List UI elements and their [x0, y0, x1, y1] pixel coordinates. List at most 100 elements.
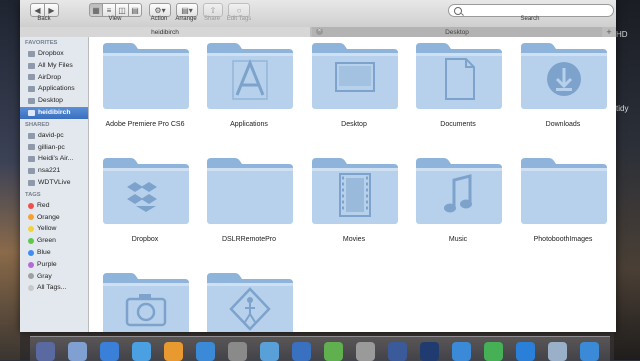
action-label: Action: [150, 16, 168, 22]
mail-icon[interactable]: [292, 342, 311, 361]
system-preferences-icon[interactable]: [228, 342, 247, 361]
folder-name: Documents: [440, 121, 476, 128]
computer-icon: [28, 168, 35, 175]
utilities-icon[interactable]: [356, 342, 375, 361]
sidebar-item-yellow[interactable]: Yellow: [20, 223, 88, 235]
computer-icon: [28, 179, 35, 186]
sidebar-item-gray[interactable]: Gray: [20, 271, 88, 283]
forward-button[interactable]: ▶: [45, 3, 59, 17]
folder-icon: [207, 158, 293, 224]
app-store-icon[interactable]: [196, 342, 215, 361]
arrange-button[interactable]: ▤▾: [176, 3, 198, 17]
folder-item[interactable]: Movies: [302, 152, 406, 257]
tag-color-icon: [28, 273, 34, 280]
dropbox-icon[interactable]: [516, 342, 535, 361]
icon-view-button[interactable]: ▦: [89, 3, 103, 17]
finder-icon[interactable]: [36, 342, 55, 361]
photos-icon[interactable]: [68, 342, 87, 361]
sidebar-item-label: WDTVLive: [38, 178, 71, 186]
sidebar-item-applications[interactable]: Applications: [20, 83, 88, 95]
folder-name: Desktop: [341, 121, 367, 128]
all-files-icon: [28, 62, 35, 69]
folder-item[interactable]: Documents: [406, 37, 510, 142]
toolbar: ◀ ▶ Back ▦ ≡ ◫ ▤ View ⚙▾ Action ▤▾ Arran…: [20, 0, 616, 28]
sidebar-item-purple[interactable]: Purple: [20, 259, 88, 271]
sidebar-item-nsa221[interactable]: nsa221: [20, 165, 88, 177]
files-icon[interactable]: [548, 342, 567, 361]
desktop-background-left: [0, 0, 20, 360]
preview-icon[interactable]: [260, 342, 279, 361]
sidebar-item-wdtvlive[interactable]: WDTVLive: [20, 177, 88, 189]
trash-icon[interactable]: [580, 342, 599, 361]
tab-heidibirch[interactable]: heidibirch: [20, 27, 310, 37]
search-icon: [454, 6, 462, 15]
sidebar-item-orange[interactable]: Orange: [20, 212, 88, 224]
folder-item[interactable]: Desktop: [302, 37, 406, 142]
folder-icon: [312, 158, 398, 224]
folder-icon: [207, 43, 293, 109]
tag-color-icon: [28, 261, 34, 268]
sidebar-item-label: Purple: [37, 260, 57, 268]
photoshop-icon[interactable]: [420, 342, 439, 361]
search-input[interactable]: [462, 7, 610, 14]
action-gear-button[interactable]: ⚙▾: [149, 3, 171, 17]
edit-tags-button[interactable]: ○: [228, 3, 250, 17]
sidebar-item-david-pc[interactable]: david-pc: [20, 130, 88, 142]
sidebar-item-green[interactable]: Green: [20, 235, 88, 247]
folder-item[interactable]: Dropbox: [93, 152, 197, 257]
downloads-icon[interactable]: [452, 342, 471, 361]
share-button[interactable]: ⇧: [203, 3, 223, 17]
sidebar-item-desktop[interactable]: Desktop: [20, 95, 88, 107]
airdrop-icon: [28, 74, 35, 81]
finder-window: ◀ ▶ Back ▦ ≡ ◫ ▤ View ⚙▾ Action ▤▾ Arran…: [20, 0, 616, 332]
sidebar-item-gillian-pc[interactable]: gillian-pc: [20, 142, 88, 154]
tab-label: Desktop: [445, 28, 469, 36]
sidebar-item-dropbox[interactable]: Dropbox: [20, 48, 88, 60]
safari-icon[interactable]: [100, 342, 119, 361]
folder-item[interactable]: Music: [406, 152, 510, 257]
itunes-icon[interactable]: [132, 342, 151, 361]
sidebar-item-label: david-pc: [38, 131, 64, 139]
sidebar-item-all-tags[interactable]: All Tags...: [20, 282, 88, 294]
shared-header: SHARED: [25, 121, 50, 128]
folder-item[interactable]: [93, 267, 197, 332]
sidebar-item-all-my-files[interactable]: All My Files: [20, 60, 88, 72]
sidebar-item-heidi-s-air[interactable]: Heidi's Air...: [20, 153, 88, 165]
tab-desktop[interactable]: × Desktop: [312, 27, 602, 37]
after-effects-icon[interactable]: [388, 342, 407, 361]
computer-icon: [28, 144, 35, 151]
new-tab-button[interactable]: +: [604, 27, 614, 37]
ibooks-icon[interactable]: [164, 342, 183, 361]
folder-item[interactable]: DSLRRemotePro: [197, 152, 301, 257]
sidebar-item-airdrop[interactable]: AirDrop: [20, 72, 88, 84]
coverflow-view-button[interactable]: ▤: [129, 3, 142, 17]
sidebar-item-red[interactable]: Red: [20, 200, 88, 212]
folder-icon: [416, 43, 502, 109]
folder-icon: [312, 43, 398, 109]
folder-icon: [103, 158, 189, 224]
close-tab-icon[interactable]: ×: [316, 28, 323, 35]
folder-item[interactable]: Adobe Premiere Pro CS6: [93, 37, 197, 142]
column-view-button[interactable]: ◫: [116, 3, 129, 17]
arrange-group: ▤▾: [176, 3, 198, 17]
list-view-button[interactable]: ≡: [103, 3, 116, 17]
sidebar-item-blue[interactable]: Blue: [20, 247, 88, 259]
folder-item[interactable]: Downloads: [511, 37, 615, 142]
tag-color-icon: [28, 238, 34, 245]
sidebar-item-heidibirch[interactable]: heidibirch: [20, 106, 88, 119]
edit-tags-label: Edit Tags: [226, 16, 252, 22]
messages-icon[interactable]: [324, 342, 343, 361]
folder-item[interactable]: PhotoboothImages: [511, 152, 615, 257]
folder-name: Applications: [230, 121, 268, 128]
sidebar-item-label: Orange: [37, 213, 60, 221]
sidebar-item-label: heidibirch: [38, 108, 71, 116]
spotify-icon[interactable]: [484, 342, 503, 361]
sidebar-item-label: Blue: [37, 248, 51, 256]
folder-item[interactable]: Applications: [197, 37, 301, 142]
sidebar: FAVORITES Dropbox All My Files AirDrop Appl…: [20, 37, 89, 332]
folder-item[interactable]: [197, 267, 301, 332]
action-group: ⚙▾: [149, 3, 171, 17]
edit-tags-group: ○: [228, 3, 250, 17]
folder-icon: [207, 273, 293, 332]
back-button[interactable]: ◀: [30, 3, 45, 17]
